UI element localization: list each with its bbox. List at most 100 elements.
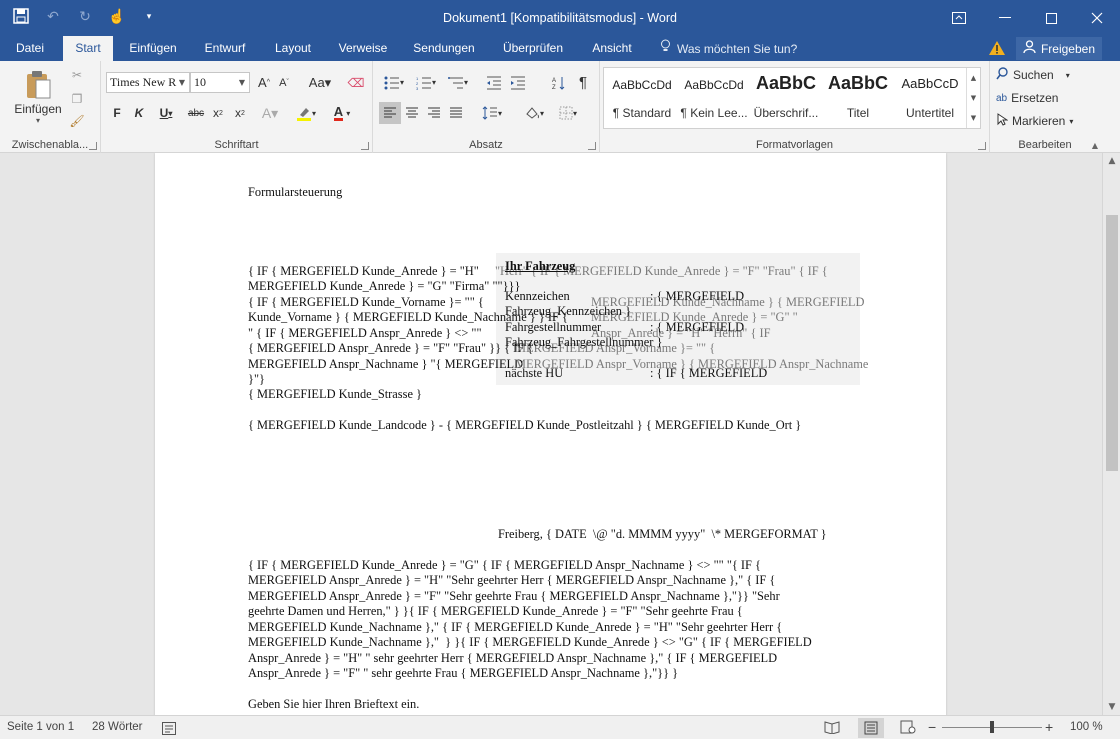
style-kein-leerraum[interactable]: AaBbCcDd ¶ Kein Lee... (678, 68, 750, 128)
style-titel[interactable]: AaBbC Titel (822, 68, 894, 128)
editing-group-label: Bearbeiten (1018, 139, 1072, 151)
editing-group: Suchen ▾ ab Ersetzen Markieren ▾ Bearbei… (990, 61, 1100, 153)
tab-ueberpruefen[interactable]: Überprüfen (494, 36, 572, 61)
scroll-down-icon[interactable]: ▼ (1103, 699, 1120, 715)
paragraph-launcher-icon[interactable] (588, 142, 596, 150)
cut-icon[interactable]: ✂ (68, 65, 86, 85)
tell-me-text: Was möchten Sie tun? (677, 41, 798, 56)
collapse-ribbon-icon[interactable]: ▲ (1092, 141, 1098, 150)
align-center-icon[interactable] (401, 102, 423, 124)
bullets-icon[interactable]: ▾ (379, 72, 409, 93)
increase-indent-icon[interactable] (507, 72, 529, 93)
underline-icon[interactable]: U ▾ (153, 102, 179, 124)
justify-icon[interactable] (445, 102, 467, 124)
ribbon-display-options-icon[interactable] (936, 0, 982, 36)
vertical-scrollbar[interactable]: ▲ ▼ (1102, 153, 1120, 715)
styles-scroll[interactable]: ▲ ▼ ▼ (966, 68, 980, 128)
clear-formatting-icon[interactable]: ⌫ (347, 72, 365, 93)
show-formatting-marks-icon[interactable]: ¶ (573, 72, 593, 93)
tab-entwurf[interactable]: Entwurf (194, 36, 256, 61)
scroll-down-icon[interactable]: ▼ (967, 88, 980, 108)
shrink-font-icon[interactable]: Aˇ (275, 72, 293, 93)
tell-me-box[interactable]: Was möchten Sie tun? (660, 36, 797, 61)
scrollbar-thumb[interactable] (1106, 215, 1118, 471)
tab-ansicht[interactable]: Ansicht (582, 36, 642, 61)
clipboard-launcher-icon[interactable] (89, 142, 97, 150)
select-button[interactable]: Markieren ▾ (996, 111, 1092, 131)
paragraph-group: ▾ 1 2 3 ▾ ▾ AZ ¶ ▾ ▾ ▾ Absatz (373, 61, 600, 153)
highlight-color-icon[interactable]: ▾ (291, 102, 321, 124)
tab-start[interactable]: Start (63, 36, 113, 61)
sort-icon[interactable]: AZ (549, 72, 569, 93)
style-standard[interactable]: AaBbCcDd ¶ Standard (606, 68, 678, 128)
font-size-select[interactable]: 10 ▼ (190, 72, 250, 93)
proofing-icon[interactable] (162, 721, 176, 735)
copy-icon[interactable]: ❐ (68, 89, 86, 109)
find-button[interactable]: Suchen ▾ (996, 65, 1086, 85)
tab-sendungen[interactable]: Sendungen (405, 36, 483, 61)
italic-icon[interactable]: K (131, 102, 147, 124)
superscript-icon[interactable]: x2 (231, 102, 249, 124)
strikethrough-icon[interactable]: abc (185, 102, 207, 124)
subscript-icon[interactable]: x2 (209, 102, 227, 124)
numbering-icon[interactable]: 1 2 3 ▾ (411, 72, 441, 93)
line-spacing-icon[interactable]: ▾ (477, 102, 507, 124)
replace-icon: ab (996, 92, 1008, 104)
styles-launcher-icon[interactable] (978, 142, 986, 150)
tab-layout[interactable]: Layout (265, 36, 321, 61)
multilevel-list-icon[interactable]: ▾ (443, 72, 473, 93)
warning-icon[interactable] (988, 40, 1006, 56)
decrease-indent-icon[interactable] (483, 72, 505, 93)
style-ueberschrift[interactable]: AaBbC Überschrif... (750, 68, 822, 128)
style-sample: AaBbCcDd (684, 78, 744, 92)
maximize-button[interactable] (1028, 0, 1074, 36)
grow-font-icon[interactable]: A ^ (255, 72, 273, 93)
clipboard-group: Einfügen ▾ ✂ ❐ 🖌 Zwischenabla... (0, 61, 101, 153)
print-layout-icon[interactable] (858, 718, 884, 738)
bold-icon[interactable]: F (109, 102, 125, 124)
zoom-in-button[interactable]: + (1045, 716, 1053, 739)
tab-verweise[interactable]: Verweise (331, 36, 395, 61)
scroll-up-icon[interactable]: ▲ (1103, 153, 1120, 169)
align-right-icon[interactable] (423, 102, 445, 124)
shading-icon[interactable]: ▾ (519, 102, 549, 124)
font-color-icon[interactable]: A ▾ (327, 102, 357, 124)
ribbon-tabs: Datei Start Einfügen Entwurf Layout Verw… (0, 36, 1120, 61)
more-styles-icon[interactable]: ▼ (967, 108, 980, 128)
word-count[interactable]: 28 Wörter (92, 716, 143, 739)
address-line: }"} (248, 372, 265, 386)
minimize-button[interactable] (982, 0, 1028, 36)
style-sample: AaBbCcDd (612, 78, 672, 92)
form-heading: Formularsteuerung (248, 185, 343, 199)
greeting-line: MERGEFIELD Kunde_Nachname }," { IF { MER… (248, 620, 783, 634)
style-sample: AaBbCcD (901, 76, 959, 91)
web-layout-icon[interactable] (900, 720, 916, 735)
clipboard-group-label: Zwischenabla... (11, 139, 89, 151)
format-painter-icon[interactable]: 🖌 (68, 111, 86, 131)
style-name: ¶ Kein Lee... (680, 106, 748, 120)
borders-icon[interactable]: ▾ (553, 102, 583, 124)
zoom-slider-thumb[interactable] (990, 721, 994, 733)
greeting-line: Anspr_Anrede } = "F" " sehr geehrte Frau… (248, 666, 679, 680)
style-name: Überschrif... (753, 106, 819, 120)
share-button[interactable]: Freigeben (1016, 37, 1102, 60)
tab-einfuegen[interactable]: Einfügen (120, 36, 186, 61)
share-label: Freigeben (1040, 41, 1096, 56)
document-page[interactable]: Formularsteuerung { IF { MERGEFIELD Kund… (155, 153, 946, 715)
scroll-up-icon[interactable]: ▲ (967, 68, 980, 88)
tab-datei[interactable]: Datei (0, 36, 60, 61)
style-untertitel[interactable]: AaBbCcD Untertitel (894, 68, 966, 128)
font-name-select[interactable]: Times New R ▼ (106, 72, 190, 93)
font-launcher-icon[interactable] (361, 142, 369, 150)
change-case-icon[interactable]: Aa▾ (305, 72, 335, 93)
svg-text:A: A (552, 78, 556, 84)
align-left-icon[interactable] (379, 102, 401, 124)
zoom-out-button[interactable]: − (928, 716, 936, 739)
close-button[interactable] (1074, 0, 1120, 36)
read-mode-icon[interactable] (824, 720, 840, 735)
replace-button[interactable]: ab Ersetzen (996, 88, 1086, 108)
zoom-level[interactable]: 100 % (1070, 716, 1103, 739)
text-effects-icon[interactable]: A▾ (259, 102, 281, 124)
page-count[interactable]: Seite 1 von 1 (7, 716, 74, 739)
paste-button[interactable]: Einfügen ▾ (10, 67, 66, 127)
